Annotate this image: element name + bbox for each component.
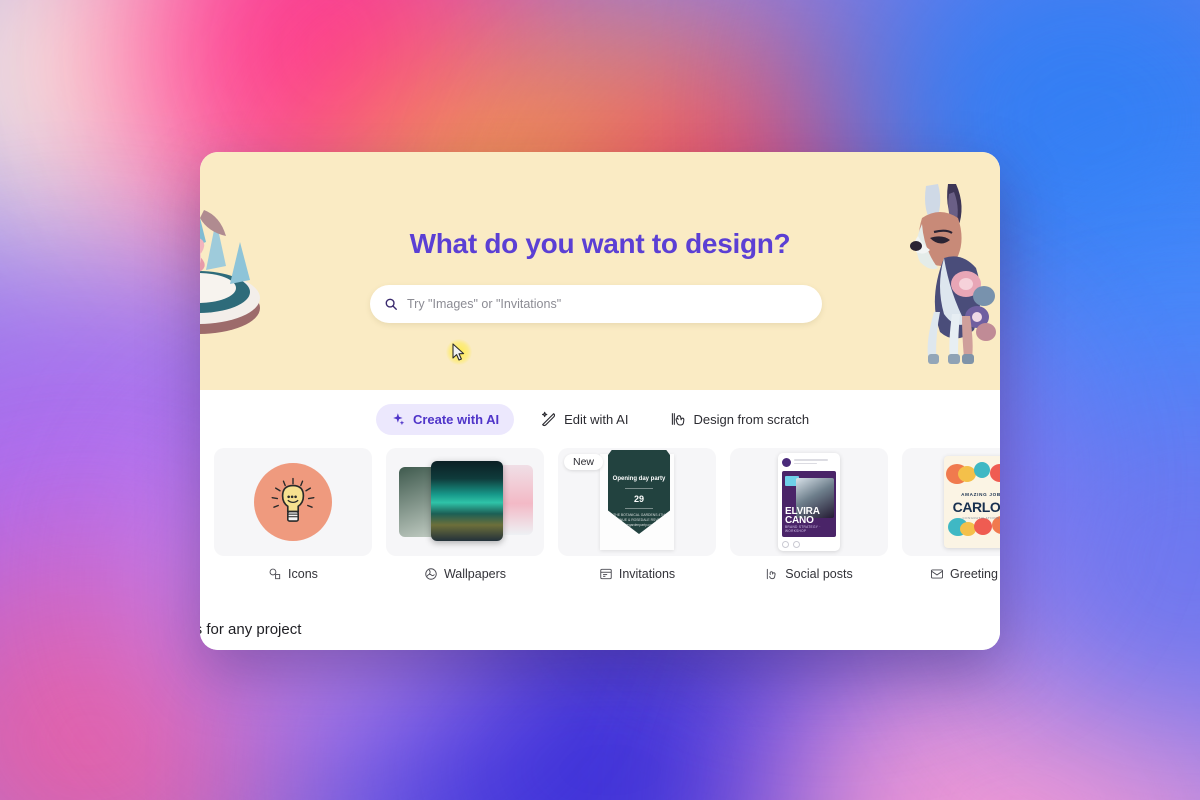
greeting-card-preview: AMAZING JOB CARLOS CONGRATULATIONS: [944, 456, 1000, 548]
social-post-preview: ELVIRA CANO BRAND STRATEGY · WORKSHOP: [778, 453, 840, 551]
category-card-row: Icons Wallpapers New Opening day party 2…: [200, 448, 1000, 581]
category-card-invitations: New Opening day party 29 THE BOTANICAL G…: [558, 448, 716, 581]
tab-create-with-ai[interactable]: Create with AI: [375, 403, 515, 435]
image-sparkle-icon: [425, 568, 437, 580]
status-badge: New: [564, 454, 604, 470]
card-label-social-posts: Social posts: [730, 567, 888, 581]
greeting-top-text: AMAZING JOB: [961, 492, 1000, 497]
post-subtitle: BRAND STRATEGY · WORKSHOP: [785, 525, 821, 533]
comment-icon: [793, 541, 800, 548]
social-share-icon: [767, 568, 776, 580]
divider: [625, 487, 653, 489]
deco-shape: [990, 464, 1000, 482]
footer-strip: ges for any project: [200, 606, 1000, 650]
tab-label: Design from scratch: [693, 411, 810, 427]
envelope-icon: [930, 569, 944, 579]
invitation-day: 29: [633, 493, 644, 504]
greeting-sub-text: CONGRATULATIONS: [962, 516, 1000, 520]
label-text: Greeting cards: [950, 567, 1000, 581]
wallpaper-stack: [395, 459, 535, 545]
invitation-card: Opening day party 29 THE BOTANICAL GARDE…: [608, 450, 670, 534]
wallpaper-center-aurora: [431, 461, 503, 541]
magic-wand-icon: [541, 411, 557, 427]
post-name: ELVIRA CANO: [785, 506, 820, 526]
tab-label: Create with AI: [412, 411, 500, 427]
hero-banner: What do you want to design? Try "Images"…: [200, 152, 1000, 390]
like-icon: [782, 541, 789, 548]
card-label-wallpapers: Wallpapers: [386, 567, 544, 581]
search-input[interactable]: Try "Images" or "Invitations": [370, 285, 822, 323]
mode-tabs: Create with AI Edit with AI Design from …: [200, 390, 1000, 448]
placeholder-lines: [794, 459, 836, 465]
avatar: [782, 458, 791, 467]
category-card-icons: Icons: [214, 448, 372, 581]
label-text: Social posts: [785, 567, 853, 581]
wallpapers-thumbnail[interactable]: [386, 448, 544, 556]
tab-edit-with-ai[interactable]: Edit with AI: [526, 403, 643, 435]
icons-shapes-icon: [269, 568, 281, 580]
app-window: What do you want to design? Try "Images"…: [200, 152, 1000, 650]
post-actions: [782, 541, 836, 548]
paper-deer-illustration: [910, 184, 996, 364]
page-title: What do you want to design?: [409, 228, 791, 259]
category-card-wallpapers: Wallpapers: [386, 448, 544, 581]
icons-thumbnail[interactable]: [214, 448, 372, 556]
post-image: ELVIRA CANO BRAND STRATEGY · WORKSHOP: [782, 471, 836, 537]
search-icon: [385, 298, 397, 310]
invitation-card-icon: [600, 568, 612, 580]
card-label-greeting-cards: Greeting cards: [902, 567, 1000, 581]
greeting-name: CARLOS: [952, 499, 1000, 515]
tab-label: Edit with AI: [564, 411, 629, 427]
bulb-circle: [254, 463, 332, 541]
canvas-hand-icon: [670, 411, 686, 427]
card-label-invitations: Invitations: [558, 567, 716, 581]
social-posts-thumbnail[interactable]: ELVIRA CANO BRAND STRATEGY · WORKSHOP: [730, 448, 888, 556]
greeting-cards-thumbnail[interactable]: AMAZING JOB CARLOS CONGRATULATIONS: [902, 448, 1000, 556]
divider: [625, 507, 653, 509]
paper-flower-illustration: [200, 210, 260, 334]
label-text: Invitations: [618, 567, 676, 581]
label-text: Icons: [288, 567, 318, 581]
invitation-paper: Opening day party 29 THE BOTANICAL GARDE…: [600, 450, 674, 550]
section-heading: ges for any project: [200, 621, 302, 638]
sparkle-icon: [391, 412, 406, 427]
deco-shape: [974, 518, 992, 535]
search-placeholder: Try "Images" or "Invitations": [407, 297, 562, 311]
invitation-title: Opening day party: [612, 476, 666, 482]
card-label-icons: Icons: [214, 567, 372, 581]
lightbulb-icon: [271, 477, 315, 522]
deco-shape: [974, 462, 990, 478]
invitation-details: THE BOTANICAL GARDENS 4TH AVENUE & ROSED…: [613, 512, 665, 528]
post-header: [782, 458, 836, 467]
category-card-social-posts: ELVIRA CANO BRAND STRATEGY · WORKSHOP So…: [730, 448, 888, 581]
category-card-greeting-cards: AMAZING JOB CARLOS CONGRATULATIONS Greet…: [902, 448, 1000, 581]
tab-design-from-scratch[interactable]: Design from scratch: [655, 403, 824, 435]
label-text: Wallpapers: [443, 567, 507, 581]
mouse-pointer: [446, 339, 472, 365]
invitations-thumbnail[interactable]: New Opening day party 29 THE BOTANICAL G…: [558, 448, 716, 556]
